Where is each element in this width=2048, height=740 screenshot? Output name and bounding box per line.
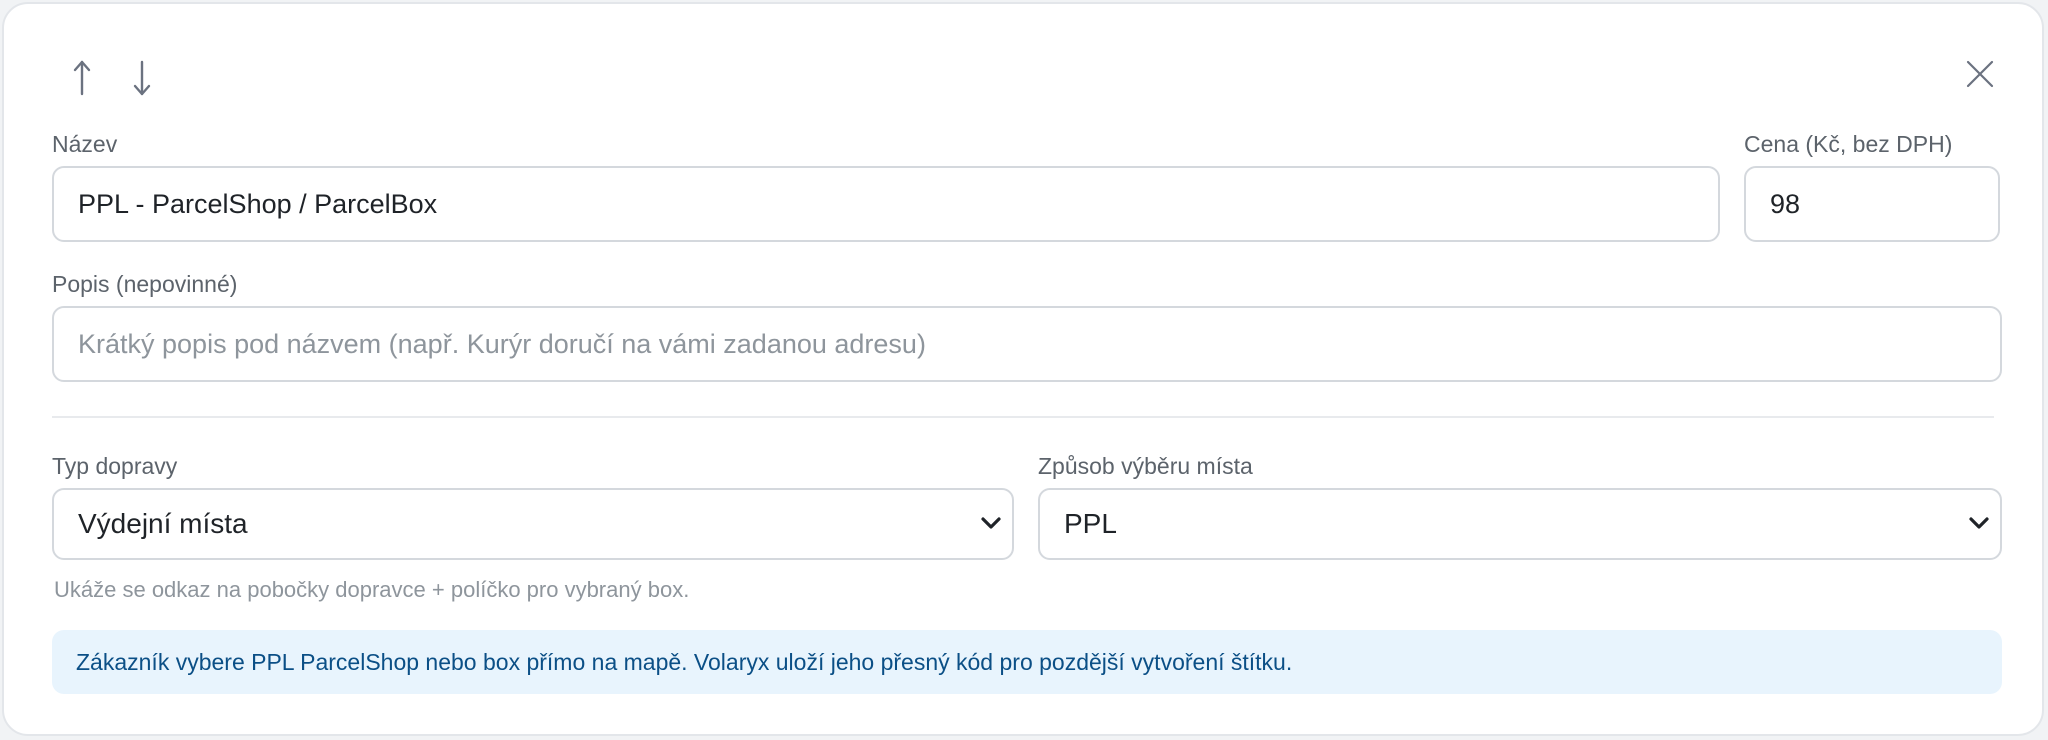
price-label: Cena (Kč, bez DPH) xyxy=(1744,131,1953,157)
chevron-down-icon xyxy=(1969,517,1989,529)
shipping-type-label: Typ dopravy xyxy=(52,453,178,479)
shipping-type-select[interactable]: Výdejní místa xyxy=(52,488,1014,560)
info-notice: Zákazník vybere PPL ParcelShop nebo box … xyxy=(52,630,2002,694)
shipping-type-value: Výdejní místa xyxy=(78,508,248,539)
description-label: Popis (nepovinné) xyxy=(52,271,238,297)
card-toolbar xyxy=(4,4,2042,144)
price-input[interactable] xyxy=(1744,166,2000,242)
name-label: Název xyxy=(52,131,118,157)
close-icon xyxy=(1966,60,1994,88)
pickup-method-select[interactable]: PPL xyxy=(1038,488,2002,560)
shipping-method-card: Název Cena (Kč, bez DPH) Popis (nepovinn… xyxy=(2,2,2044,736)
close-button[interactable] xyxy=(1960,54,2000,94)
name-input[interactable] xyxy=(52,166,1720,242)
move-down-button[interactable] xyxy=(122,50,162,106)
chevron-down-icon xyxy=(981,517,1001,529)
arrow-up-icon xyxy=(73,60,91,96)
description-input[interactable] xyxy=(52,306,2002,382)
arrow-down-icon xyxy=(133,60,151,96)
shipping-type-hint: Ukáže se odkaz na pobočky dopravce + pol… xyxy=(54,577,690,602)
pickup-method-label: Způsob výběru místa xyxy=(1038,453,1253,479)
pickup-method-value: PPL xyxy=(1064,508,1117,539)
section-divider xyxy=(52,416,1994,418)
move-up-button[interactable] xyxy=(62,50,102,106)
